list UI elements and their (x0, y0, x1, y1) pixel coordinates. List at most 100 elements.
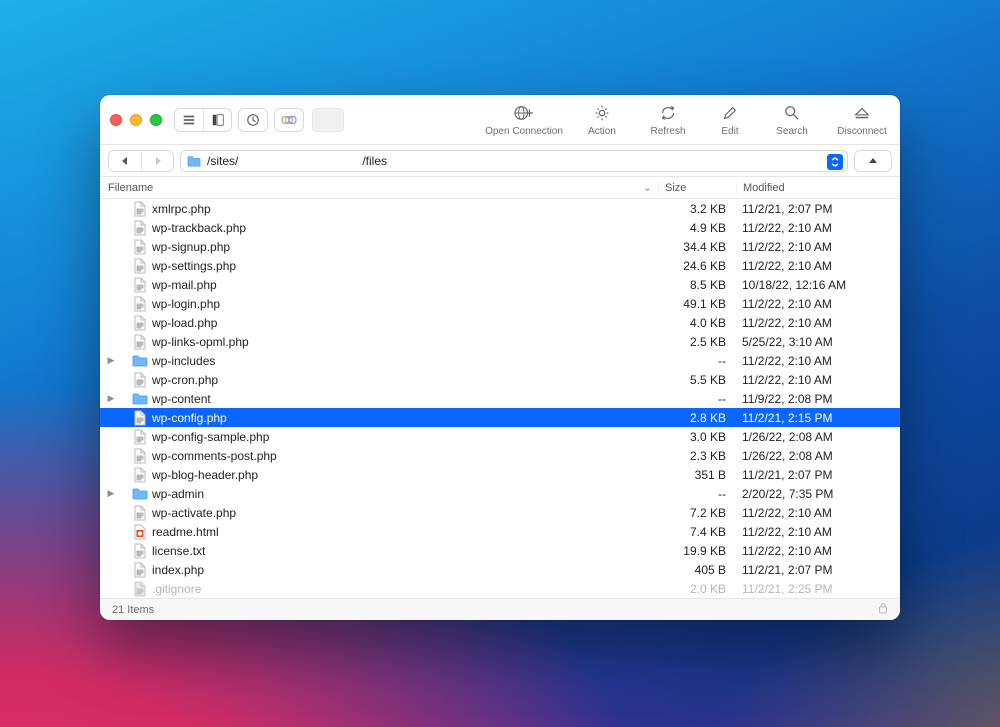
file-size: 3.0 KB (658, 430, 736, 444)
back-icon (120, 156, 130, 166)
file-row[interactable]: index.php405 B11/2/21, 2:07 PM (100, 560, 900, 579)
column-filename[interactable]: Filename ⌄ (100, 181, 658, 194)
path-dropdown-icon (827, 154, 843, 170)
file-size: 19.9 KB (658, 544, 736, 558)
file-modified: 11/2/22, 2:10 AM (736, 259, 900, 273)
toolbar: Open Connection Action Refresh Edit Sear… (100, 95, 900, 145)
file-row[interactable]: wp-mail.php8.5 KB10/18/22, 12:16 AM (100, 275, 900, 294)
nav-back-button[interactable] (109, 151, 141, 171)
file-row[interactable]: wp-comments-post.php2.3 KB1/26/22, 2:08 … (100, 446, 900, 465)
file-size: -- (658, 354, 736, 368)
file-row[interactable]: wp-load.php4.0 KB11/2/22, 2:10 AM (100, 313, 900, 332)
file-size: 49.1 KB (658, 297, 736, 311)
file-row[interactable]: xmlrpc.php3.2 KB11/2/21, 2:07 PM (100, 199, 900, 218)
file-icon (132, 239, 148, 255)
file-modified: 5/25/22, 3:10 AM (736, 335, 900, 349)
globe-plus-icon (513, 104, 535, 122)
bonjour-icon (281, 113, 297, 127)
path-combobox[interactable]: /sites/ /files (180, 150, 848, 172)
file-size: -- (658, 487, 736, 501)
history-button[interactable] (238, 108, 268, 132)
file-name: wp-blog-header.php (152, 468, 658, 482)
file-icon (132, 315, 148, 331)
folder-icon (132, 353, 148, 369)
go-up-button[interactable] (854, 150, 892, 172)
nav-forward-button[interactable] (141, 151, 173, 171)
column-modified-label: Modified (743, 182, 785, 194)
minimize-window-button[interactable] (130, 114, 142, 126)
path-suffix: /files (362, 154, 387, 168)
file-list[interactable]: xmlrpc.php3.2 KB11/2/21, 2:07 PMwp-track… (100, 199, 900, 598)
outline-view-button[interactable] (203, 109, 231, 131)
gear-icon (593, 104, 611, 122)
file-icon (132, 410, 148, 426)
path-prefix: /sites/ (207, 154, 238, 168)
file-row[interactable]: wp-settings.php24.6 KB11/2/22, 2:10 AM (100, 256, 900, 275)
close-window-button[interactable] (110, 114, 122, 126)
open-connection-label: Open Connection (485, 126, 563, 137)
toolbar-blank (312, 108, 344, 132)
refresh-button[interactable]: Refresh (644, 103, 692, 137)
file-row[interactable]: readme.html7.4 KB11/2/22, 2:10 AM (100, 522, 900, 541)
window-controls (110, 114, 162, 126)
file-row[interactable]: ▶wp-content--11/9/22, 2:08 PM (100, 389, 900, 408)
disclosure-triangle[interactable]: ▶ (104, 393, 118, 404)
file-icon (132, 467, 148, 483)
file-modified: 1/26/22, 2:08 AM (736, 449, 900, 463)
file-row[interactable]: wp-config.php2.8 KB11/2/21, 2:15 PM (100, 408, 900, 427)
disconnect-label: Disconnect (837, 126, 886, 137)
zoom-window-button[interactable] (150, 114, 162, 126)
file-name: wp-admin (152, 487, 658, 501)
file-icon (132, 448, 148, 464)
file-name: wp-mail.php (152, 278, 658, 292)
disconnect-button[interactable]: Disconnect (834, 103, 890, 137)
file-row[interactable]: wp-activate.php7.2 KB11/2/22, 2:10 AM (100, 503, 900, 522)
refresh-label: Refresh (650, 126, 685, 137)
file-name: wp-signup.php (152, 240, 658, 254)
edit-label: Edit (721, 126, 738, 137)
column-modified[interactable]: Modified (736, 182, 900, 194)
disclosure-triangle[interactable]: ▶ (104, 488, 118, 499)
file-size: 2.8 KB (658, 411, 736, 425)
action-button[interactable]: Action (578, 103, 626, 137)
file-modified: 11/2/22, 2:10 AM (736, 221, 900, 235)
action-label: Action (588, 126, 616, 137)
file-row[interactable]: wp-config-sample.php3.0 KB1/26/22, 2:08 … (100, 427, 900, 446)
file-modified: 11/2/21, 2:25 PM (736, 582, 900, 596)
toolbar-actions: Open Connection Action Refresh Edit Sear… (488, 103, 890, 137)
file-row[interactable]: wp-cron.php5.5 KB11/2/22, 2:10 AM (100, 370, 900, 389)
file-row[interactable]: .gitignore2.0 KB11/2/21, 2:25 PM (100, 579, 900, 598)
file-row[interactable]: wp-links-opml.php2.5 KB5/25/22, 3:10 AM (100, 332, 900, 351)
file-size: 7.2 KB (658, 506, 736, 520)
file-icon (132, 277, 148, 293)
list-view-button[interactable] (175, 109, 203, 131)
file-row[interactable]: license.txt19.9 KB11/2/22, 2:10 AM (100, 541, 900, 560)
file-modified: 11/2/22, 2:10 AM (736, 297, 900, 311)
file-modified: 11/2/21, 2:07 PM (736, 563, 900, 577)
view-mode-segment (174, 108, 232, 132)
file-size: -- (658, 392, 736, 406)
bonjour-button[interactable] (274, 108, 304, 132)
file-row[interactable]: wp-trackback.php4.9 KB11/2/22, 2:10 AM (100, 218, 900, 237)
open-connection-button[interactable]: Open Connection (488, 103, 560, 137)
file-row[interactable]: wp-blog-header.php351 B11/2/21, 2:07 PM (100, 465, 900, 484)
history-icon (246, 113, 260, 127)
disclosure-triangle[interactable]: ▶ (104, 355, 118, 366)
search-button[interactable]: Search (768, 103, 816, 137)
path-bar: /sites/ /files (100, 145, 900, 177)
file-row[interactable]: wp-signup.php34.4 KB11/2/22, 2:10 AM (100, 237, 900, 256)
file-icon (132, 372, 148, 388)
column-size[interactable]: Size (658, 182, 736, 194)
file-name: wp-trackback.php (152, 221, 658, 235)
file-row[interactable]: ▶wp-admin--2/20/22, 7:35 PM (100, 484, 900, 503)
outline-view-icon (211, 113, 225, 127)
file-modified: 11/2/22, 2:10 AM (736, 525, 900, 539)
file-modified: 11/2/21, 2:15 PM (736, 411, 900, 425)
file-icon (132, 505, 148, 521)
file-size: 2.3 KB (658, 449, 736, 463)
eject-icon (853, 106, 871, 120)
file-icon (132, 220, 148, 236)
file-row[interactable]: wp-login.php49.1 KB11/2/22, 2:10 AM (100, 294, 900, 313)
edit-button[interactable]: Edit (710, 103, 750, 137)
file-row[interactable]: ▶wp-includes--11/2/22, 2:10 AM (100, 351, 900, 370)
